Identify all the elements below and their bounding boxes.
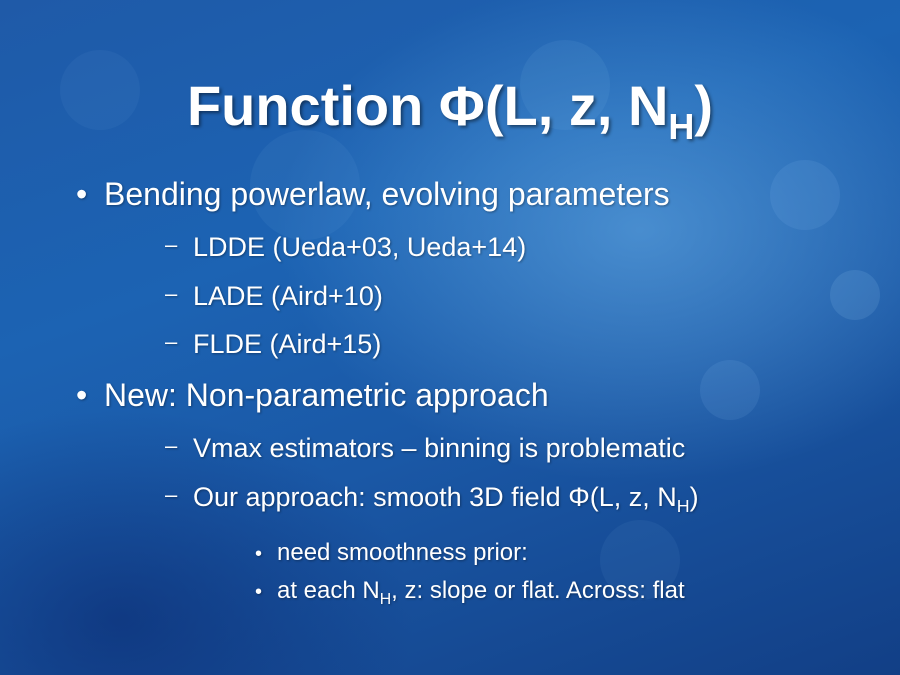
bullet-item: • Bending powerlaw, evolving parameters xyxy=(76,176,670,213)
bokeh-circle xyxy=(770,160,840,230)
sub-bullet-item: – LADE (Aird+10) xyxy=(165,281,383,312)
subscript: H xyxy=(379,591,392,608)
sub-sub-bullet-item: • need smoothness prior: xyxy=(255,539,528,567)
bullet-marker: • xyxy=(76,377,88,413)
slide-title: Function Φ(L, z, NH) xyxy=(0,74,900,145)
sub-bullet-text: Vmax estimators – binning is problematic xyxy=(193,433,686,463)
sub-bullet-text: FLDE (Aird+15) xyxy=(193,329,382,359)
title-subscript: H xyxy=(668,106,695,147)
sub-sub-bullet-item: • at each NH, z: slope or flat. Across: f… xyxy=(255,577,685,608)
sub-bullet-item: – LDDE (Ueda+03, Ueda+14) xyxy=(165,232,526,263)
title-close: ) xyxy=(694,74,714,137)
bokeh-circle xyxy=(700,360,760,420)
dot-marker: • xyxy=(255,581,263,603)
sub-bullet-text: Our approach: smooth 3D field Φ(L, z, N xyxy=(193,482,677,512)
title-text: Function Φ(L, z, N xyxy=(186,74,669,137)
bullet-item: • New: Non-parametric approach xyxy=(76,377,549,414)
sub-bullet-item: – FLDE (Aird+15) xyxy=(165,329,381,360)
sub-bullet-text: LDDE (Ueda+03, Ueda+14) xyxy=(193,232,527,262)
bullet-text: Bending powerlaw, evolving parameters xyxy=(104,176,670,212)
subscript: H xyxy=(676,496,690,516)
dash-marker: – xyxy=(165,232,178,257)
bullet-text: New: Non-parametric approach xyxy=(104,377,549,413)
sub-sub-bullet-text: at each N xyxy=(277,577,380,604)
dot-marker: • xyxy=(255,543,263,565)
sub-bullet-tail: ) xyxy=(689,482,699,512)
slide: Function Φ(L, z, NH) • Bending powerlaw, … xyxy=(0,0,900,675)
dash-marker: – xyxy=(165,482,178,507)
sub-bullet-item: – Our approach: smooth 3D field Φ(L, z, N… xyxy=(165,482,699,516)
bullet-marker: • xyxy=(76,176,88,212)
dash-marker: – xyxy=(165,329,178,354)
sub-bullet-item: – Vmax estimators – binning is problemati… xyxy=(165,433,685,464)
dash-marker: – xyxy=(165,433,178,458)
bokeh-circle xyxy=(830,270,880,320)
sub-sub-bullet-text: need smoothness prior: xyxy=(277,539,528,566)
dash-marker: – xyxy=(165,281,178,306)
sub-sub-bullet-tail: , z: slope or flat. Across: flat xyxy=(391,577,685,604)
sub-bullet-text: LADE (Aird+10) xyxy=(193,281,383,311)
